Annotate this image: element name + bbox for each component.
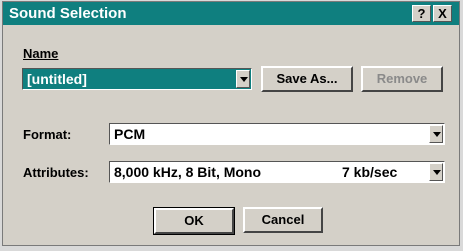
- cancel-label: Cancel: [261, 212, 305, 227]
- ok-label: OK: [184, 213, 204, 228]
- name-label: Name: [23, 46, 59, 61]
- cancel-button[interactable]: Cancel: [243, 207, 323, 233]
- close-button[interactable]: X: [433, 5, 452, 22]
- remove-label: Remove: [376, 71, 428, 86]
- format-dropdown-arrow-icon[interactable]: [429, 125, 443, 143]
- format-label: Format:: [23, 127, 72, 142]
- sound-selection-dialog: Sound Selection ? X Name [untitled] Save…: [2, 1, 460, 246]
- attributes-combobox[interactable]: 8,000 kHz, 8 Bit, Mono 7 kb/sec: [109, 161, 445, 183]
- attributes-dropdown-arrow-icon[interactable]: [429, 163, 443, 181]
- title-bar[interactable]: Sound Selection ? X: [3, 2, 459, 25]
- help-button[interactable]: ?: [412, 5, 431, 22]
- attributes-label: Attributes:: [23, 165, 89, 180]
- ok-button[interactable]: OK: [153, 207, 235, 235]
- format-value: PCM: [114, 126, 146, 142]
- attributes-rate: 7 kb/sec: [342, 164, 398, 180]
- save-as-label: Save As...: [276, 71, 338, 86]
- attributes-value: 8,000 kHz, 8 Bit, Mono: [114, 164, 262, 180]
- name-dropdown-arrow-icon[interactable]: [236, 70, 250, 88]
- name-value: [untitled]: [27, 71, 87, 87]
- remove-button[interactable]: Remove: [361, 66, 443, 92]
- dialog-title: Sound Selection: [9, 5, 127, 22]
- name-combobox[interactable]: [untitled]: [22, 68, 252, 90]
- save-as-button[interactable]: Save As...: [261, 66, 353, 92]
- format-combobox[interactable]: PCM: [109, 123, 445, 145]
